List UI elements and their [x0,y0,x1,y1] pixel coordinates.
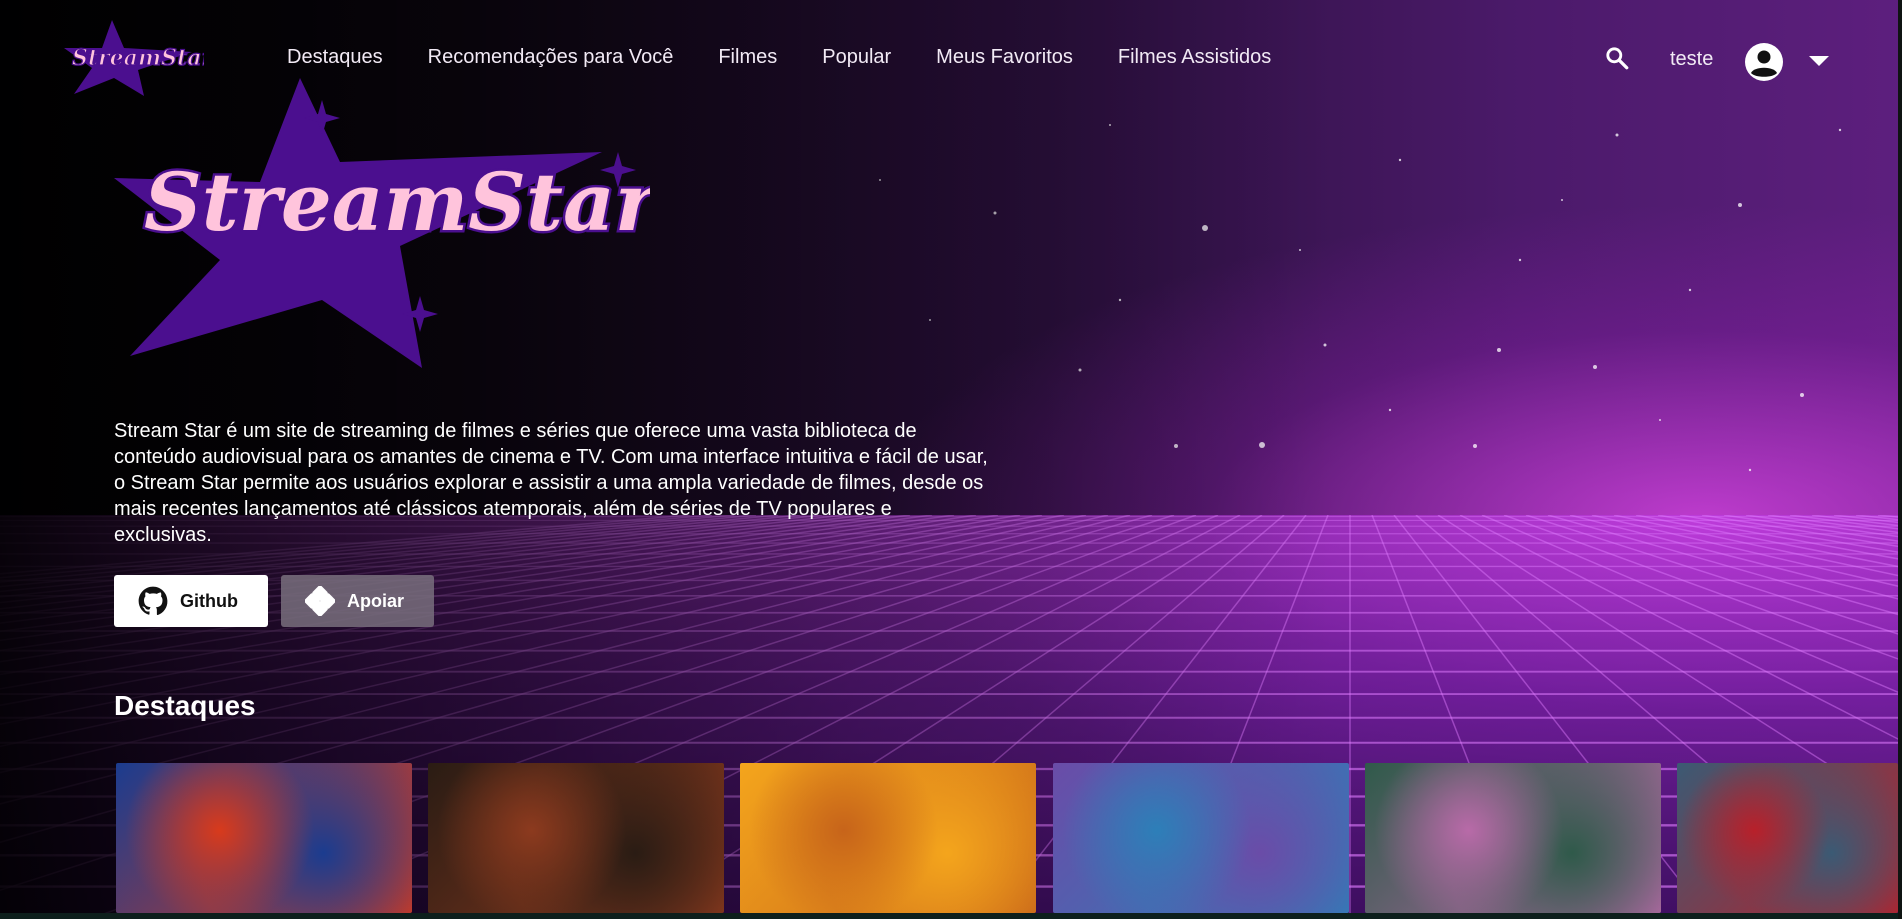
nav-destaques[interactable]: Destaques [287,46,383,69]
bottom-edge [0,913,1902,919]
logo-text: StreamStar [72,45,204,71]
hero-logo: StreamStar [114,78,650,368]
movie-card-1[interactable] [116,763,412,913]
main-nav: Destaques Recomendações para Você Filmes… [287,46,1271,69]
section-title-destaques: Destaques [114,690,256,721]
caret-down-icon[interactable] [1808,54,1830,68]
movie-card-6[interactable] [1677,763,1898,913]
movie-card-5[interactable] [1365,763,1661,913]
github-icon [138,586,168,616]
nav-filmes-assistidos[interactable]: Filmes Assistidos [1118,46,1271,69]
search-icon[interactable] [1604,45,1630,71]
nav-meus-favoritos[interactable]: Meus Favoritos [936,46,1073,69]
movie-card-3[interactable] [740,763,1036,913]
pix-icon [305,586,335,616]
window-edge [1898,0,1902,919]
nav-filmes[interactable]: Filmes [718,46,777,69]
github-button[interactable]: Github [114,575,268,627]
movie-card-4[interactable] [1053,763,1349,913]
github-label: Github [180,590,238,611]
hero-description: Stream Star é um site de streaming de fi… [114,420,988,546]
nav-recomendacoes[interactable]: Recomendações para Você [428,46,674,69]
apoiar-button[interactable]: Apoiar [281,575,434,627]
account-circle-icon[interactable] [1744,42,1784,82]
apoiar-label: Apoiar [347,590,405,611]
hero-logo-text: StreamStar [144,155,650,249]
username[interactable]: teste [1670,48,1713,71]
nav-popular[interactable]: Popular [822,46,891,69]
movie-card-2[interactable] [428,763,724,913]
